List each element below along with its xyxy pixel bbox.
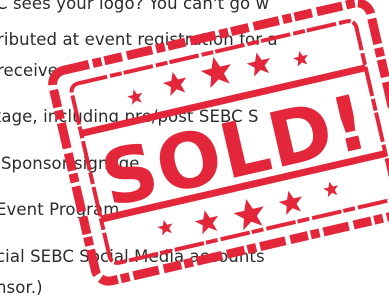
text-line: kage, including pre/post SEBC S — [0, 107, 259, 126]
text-line: cial SEBC Social Media accounts — [0, 247, 265, 266]
text-line: Event Program — [0, 200, 120, 219]
text-line: receive: — [0, 61, 64, 80]
text-line: C Sponsor signage — [0, 154, 140, 173]
text-line: nsor.) — [0, 278, 43, 297]
sponsorship-description: C sees your logo? You can't go w ributed… — [0, 0, 389, 301]
text-line: C sees your logo? You can't go w — [0, 0, 270, 13]
text-line: ributed at event registration for a — [0, 30, 278, 49]
